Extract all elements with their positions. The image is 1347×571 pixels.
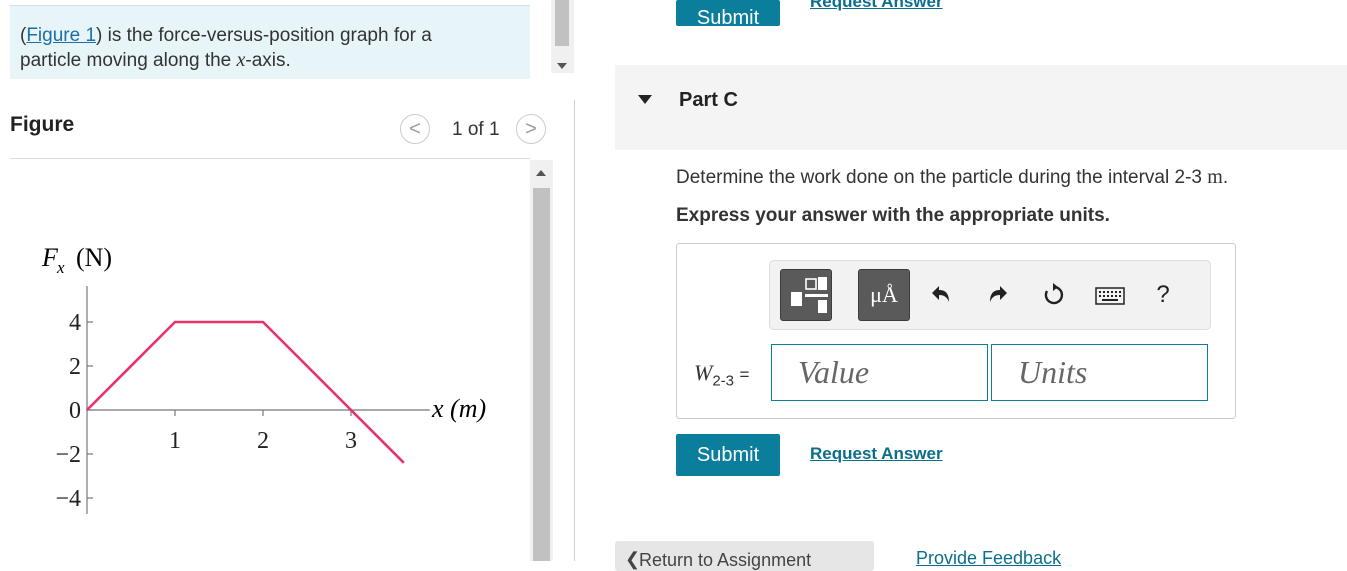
next-figure-button[interactable]: > [516,114,546,144]
scroll-up-arrow-icon[interactable] [536,170,546,176]
units-button[interactable]: μÅ [858,269,910,321]
figure-pager: 1 of 1 [452,119,500,140]
request-answer-link-previous[interactable]: Request Answer [810,0,943,12]
top-scrollbar-thumb[interactable] [555,0,569,46]
return-label: Return to Assignment [639,550,812,570]
part-c-title: Part C [679,89,738,111]
y-axis-label: F x (N) [41,243,112,277]
submit-button-previous[interactable]: Submit [676,0,780,29]
equals-sign: = [739,365,750,384]
provide-feedback-link[interactable]: Provide Feedback [916,548,1061,569]
x-tick-label: 2 [257,428,269,454]
fraction-template-icon [791,277,828,313]
force-position-graph: F x (N) 4 2 0 −2 −4 1 2 3 x (m) [41,243,486,514]
y-label-unit: (N) [76,243,112,272]
figure-scrollbar-thumb[interactable] [533,188,550,561]
figure-link[interactable]: Figure 1 [26,25,96,46]
answer-instruction: Express your answer with the appropriate… [676,205,1110,226]
submit-button[interactable]: Submit [676,434,780,476]
figure-heading: Figure [10,113,75,136]
redo-icon [990,286,1007,302]
undo-button[interactable] [928,282,954,308]
templates-button[interactable] [780,269,832,321]
pane-divider [574,100,575,561]
x-tick-label: 1 [169,428,181,454]
help-button[interactable]: ? [1152,280,1174,310]
collapse-caret-icon[interactable] [638,95,652,104]
question-text: Determine the work done on the particle … [676,166,1228,189]
chevron-left-icon: < [409,117,421,140]
question-body: Determine the work done on the particle … [676,167,1208,188]
redo-button[interactable] [985,282,1011,308]
prev-figure-button[interactable]: < [400,114,430,144]
question-unit: m [1207,166,1223,188]
return-to-assignment-button[interactable]: ❮ Return to Assignment [615,541,874,571]
help-icon: ? [1156,281,1170,308]
figure-divider [10,158,530,159]
y-tick-label: 0 [69,398,81,424]
var-name: W [694,360,713,385]
submit-label: Submit [696,443,760,466]
y-tick-label: 4 [69,310,81,336]
x-axis-label: x (m) [431,394,486,423]
scroll-down-arrow-icon[interactable] [557,63,567,69]
units-input[interactable] [991,344,1208,401]
intro-text: (Figure 1) is the force-versus-position … [20,24,480,73]
var-subscript: 2-3 [712,372,735,390]
submit-label: Submit [696,7,760,29]
chevron-left-icon: ❮ [625,549,641,569]
answer-variable-label: W2-3 = [694,360,749,389]
keyboard-icon [1095,287,1125,305]
x-tick-label: 3 [345,428,357,454]
y-tick-label: −4 [55,486,81,512]
reset-button[interactable] [1041,282,1067,308]
units-label: μÅ [870,282,898,307]
request-answer-link[interactable]: Request Answer [810,444,943,464]
undo-icon [932,286,949,302]
value-input[interactable] [771,344,988,401]
question-end: . [1222,167,1229,188]
y-tick-label: 2 [69,354,81,380]
reset-icon [1044,283,1064,305]
intro-suffix: -axis. [245,50,291,71]
y-tick-label: −2 [55,442,81,468]
keyboard-button[interactable] [1094,285,1126,307]
chevron-right-icon: > [525,117,537,140]
y-label-sub: x [56,258,65,277]
